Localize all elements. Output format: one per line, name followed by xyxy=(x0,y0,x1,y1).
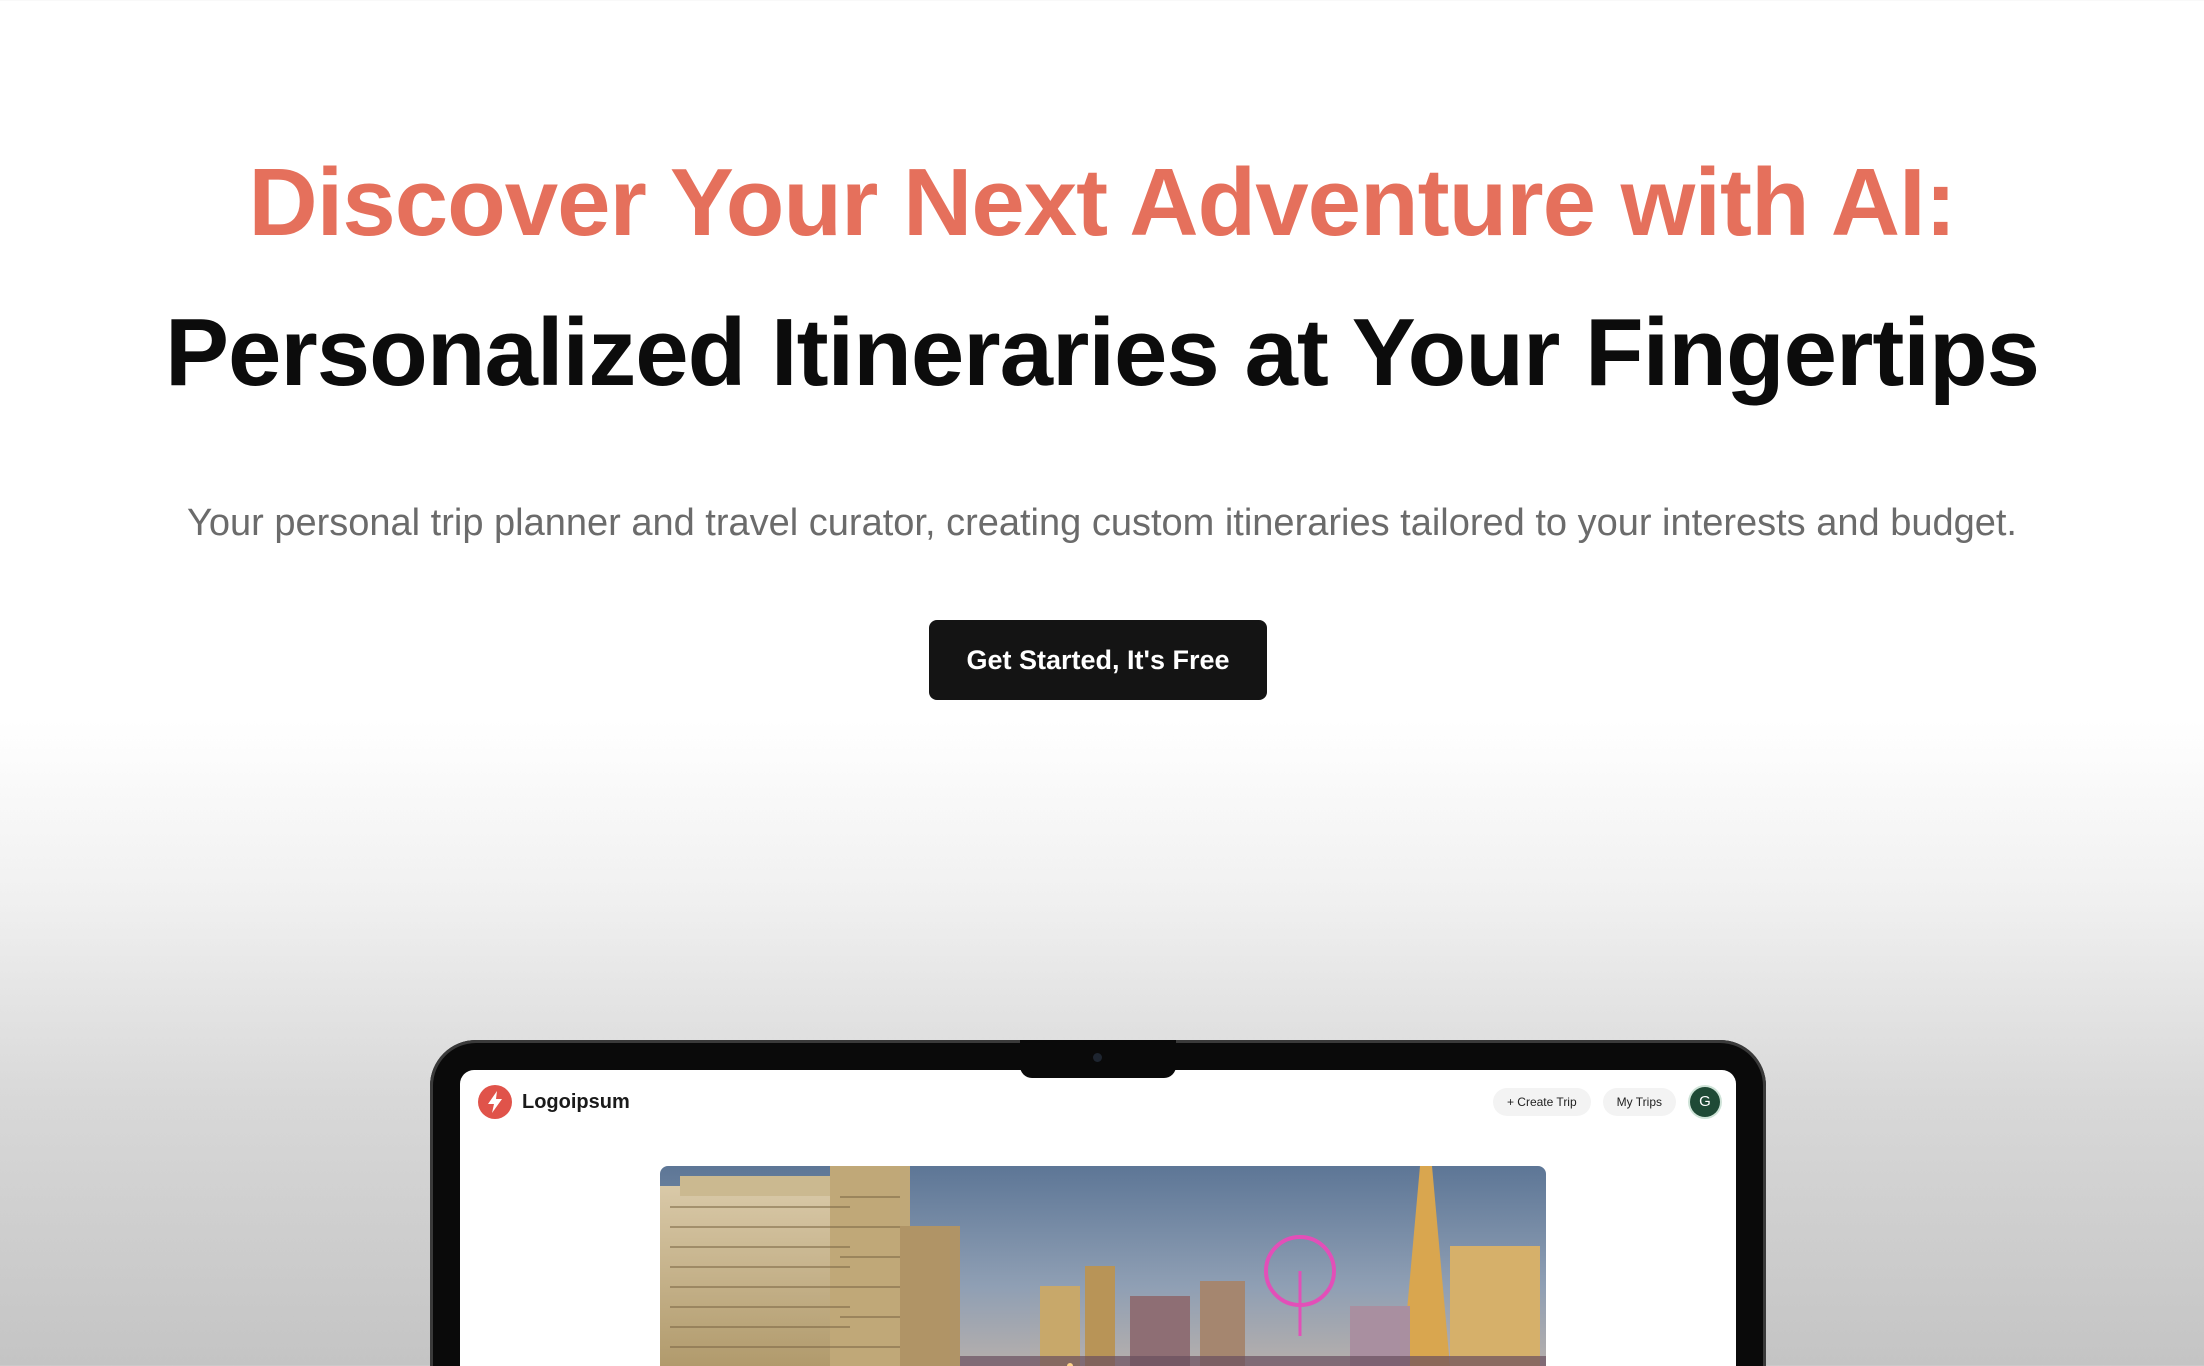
camera-icon xyxy=(1093,1053,1102,1062)
my-trips-button[interactable]: My Trips xyxy=(1602,1088,1676,1116)
headline-main: Personalized Itineraries at Your Fingert… xyxy=(165,299,2040,406)
headline-accent: Discover Your Next Adventure with AI: xyxy=(248,149,1956,256)
app-nav: + Create Trip My Trips G xyxy=(1481,1082,1720,1122)
avatar[interactable]: G xyxy=(1690,1087,1720,1117)
hero-subtitle: Your personal trip planner and travel cu… xyxy=(187,502,2017,544)
lightning-bolt-icon xyxy=(478,1085,512,1119)
laptop-notch xyxy=(1020,1040,1176,1078)
create-trip-button[interactable]: + Create Trip xyxy=(1492,1088,1591,1116)
laptop-screen: Logoipsum + Create Trip My Trips G xyxy=(460,1070,1736,1366)
get-started-button[interactable]: Get Started, It's Free xyxy=(929,620,1267,700)
laptop-mockup: Logoipsum + Create Trip My Trips G xyxy=(430,1040,1766,1366)
destination-hero-image xyxy=(660,1166,1546,1366)
app-logo[interactable]: Logoipsum xyxy=(478,1082,630,1122)
logo-text: Logoipsum xyxy=(522,1090,630,1113)
city-skyline-image xyxy=(660,1166,1546,1366)
